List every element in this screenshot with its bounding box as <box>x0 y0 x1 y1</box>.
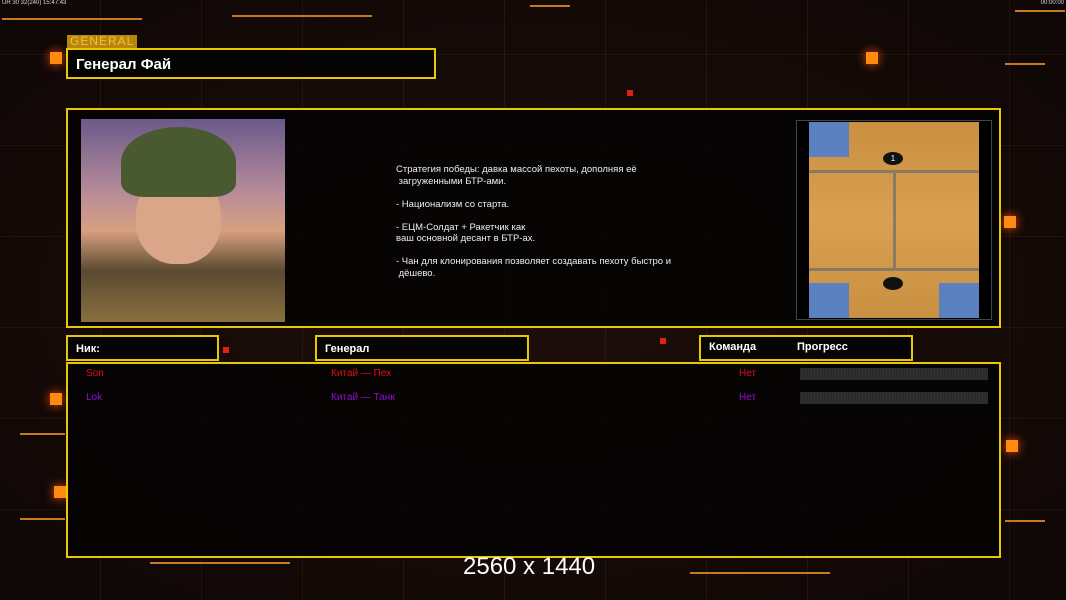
map-start-marker <box>883 277 903 290</box>
player-nick: Lok <box>86 392 103 403</box>
player-nick: Son <box>86 368 104 379</box>
player-progress-bar <box>800 392 988 404</box>
header-general: Генерал <box>315 335 529 361</box>
deco-line <box>2 18 142 20</box>
header-progress: Прогресс <box>797 341 848 353</box>
deco-square <box>50 52 62 64</box>
deco-line <box>232 15 372 17</box>
deco-line <box>1015 10 1065 12</box>
map-preview[interactable]: 1 <box>796 120 992 320</box>
player-general[interactable]: Китай — Пех <box>331 368 391 379</box>
map-water <box>939 283 979 318</box>
deco-line <box>690 572 830 574</box>
map-water <box>809 122 849 157</box>
header-nick: Ник: <box>66 335 219 361</box>
player-team[interactable]: Нет <box>739 392 756 403</box>
deco-square <box>866 52 878 64</box>
deco-line <box>20 518 65 520</box>
deco-square <box>627 90 633 96</box>
player-list: Son Китай — Пех Нет Lok Китай — Танк Нет <box>66 362 1001 558</box>
portrait-cap <box>121 127 236 197</box>
status-left: UR 30 32(240) 15:47:43 <box>2 0 67 6</box>
general-description: Стратегия победы: давка массой пехоты, д… <box>396 164 672 279</box>
map-water <box>809 283 849 318</box>
general-portrait <box>81 119 285 322</box>
deco-square <box>1006 440 1018 452</box>
general-info-panel: Стратегия победы: давка массой пехоты, д… <box>66 108 1001 328</box>
resolution-watermark: 2560 x 1440 <box>463 553 596 580</box>
general-tag: GENERAL <box>67 35 138 48</box>
player-general[interactable]: Китай — Танк <box>331 392 395 403</box>
deco-line <box>1005 63 1045 65</box>
deco-line <box>20 433 65 435</box>
status-right: 00:00:00 <box>1040 0 1064 6</box>
deco-square <box>50 393 62 405</box>
player-progress-bar <box>800 368 988 380</box>
deco-square <box>54 486 66 498</box>
map-start-marker: 1 <box>883 152 903 165</box>
general-name: Генерал Фай <box>66 48 436 79</box>
deco-square <box>660 338 666 344</box>
header-team-progress: Команда Прогресс <box>699 335 913 361</box>
deco-line <box>1005 520 1045 522</box>
deco-square <box>1004 216 1016 228</box>
deco-line <box>530 5 570 7</box>
deco-square <box>223 347 229 353</box>
deco-line <box>150 562 290 564</box>
header-team: Команда <box>709 341 757 353</box>
map-terrain: 1 <box>809 122 979 318</box>
map-road <box>893 170 896 270</box>
player-team[interactable]: Нет <box>739 368 756 379</box>
